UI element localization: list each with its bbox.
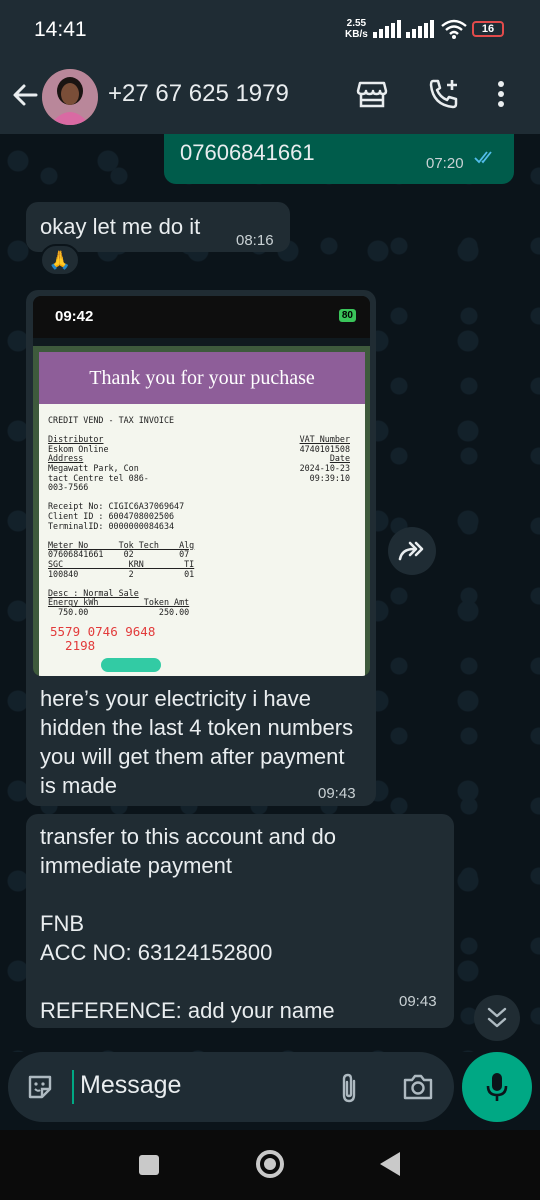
receipt-phone-statusbar: 09:42 80 — [33, 296, 370, 338]
text-cursor — [72, 1070, 74, 1104]
contact-name[interactable]: +27 67 625 1979 — [108, 80, 289, 108]
camera-icon[interactable] — [402, 1072, 434, 1102]
message-time: 07:20 — [426, 155, 464, 172]
system-nav-bar — [0, 1130, 540, 1200]
catalog-store-icon[interactable] — [356, 78, 388, 110]
message-incoming[interactable]: transfer to this account and do immediat… — [26, 814, 454, 1028]
signal-icon-2 — [406, 20, 434, 38]
message-reaction[interactable]: 🙏 — [40, 244, 80, 276]
double-chevron-down-icon — [487, 1007, 507, 1028]
battery-indicator: 16 — [472, 21, 504, 37]
token-redaction — [101, 658, 161, 672]
read-receipt-icon — [474, 151, 492, 164]
back-arrow-icon[interactable] — [10, 80, 40, 110]
chat-area[interactable]: 07606841661 07:20 okay let me do it 08:1… — [0, 134, 540, 1052]
network-speed: 2.55 KB/s — [345, 18, 368, 40]
more-options-icon[interactable] — [496, 79, 506, 109]
receipt-paper: Thank you for your puchase CREDIT VEND -… — [39, 352, 365, 676]
message-composer[interactable]: Message — [8, 1052, 454, 1122]
receipt-token: 5579 0746 9648 2198 — [50, 624, 156, 654]
message-time: 08:16 — [236, 232, 274, 249]
message-text: 07606841661 — [180, 140, 315, 165]
message-text: okay let me do it — [40, 214, 201, 239]
scroll-to-bottom-button[interactable] — [474, 995, 520, 1041]
message-time: 09:43 — [318, 785, 356, 802]
voice-record-button[interactable] — [462, 1052, 532, 1122]
message-outgoing[interactable]: 07606841661 07:20 — [164, 134, 514, 184]
attach-paperclip-icon[interactable] — [338, 1071, 360, 1105]
avatar-photo — [42, 69, 98, 125]
receipt-details: CREDIT VEND - TAX INVOICE Distributor VAT… — [48, 415, 350, 617]
receipt-header: Thank you for your puchase — [39, 352, 365, 404]
receipt-image[interactable]: 09:42 80 Thank you for your puchase CRED… — [33, 296, 370, 676]
system-back-button[interactable] — [380, 1152, 400, 1176]
chat-header: +27 67 625 1979 — [0, 60, 540, 134]
receipt-phone-time: 09:42 — [55, 308, 94, 325]
recents-button[interactable] — [139, 1155, 159, 1175]
forward-icon — [398, 541, 424, 561]
wifi-icon — [441, 19, 467, 39]
forward-button[interactable] — [388, 527, 436, 575]
status-time: 14:41 — [34, 18, 87, 41]
microphone-icon — [486, 1073, 508, 1101]
contact-avatar[interactable] — [42, 69, 98, 125]
message-input[interactable]: Message — [80, 1071, 181, 1100]
message-time: 09:43 — [399, 993, 437, 1010]
add-call-icon[interactable] — [427, 77, 461, 111]
message-text: transfer to this account and do immediat… — [40, 824, 336, 1023]
image-caption: here’s your electricity i have hidden th… — [40, 686, 354, 798]
home-button[interactable] — [256, 1150, 284, 1178]
sticker-emoji-icon[interactable] — [26, 1073, 54, 1101]
signal-icon — [373, 20, 401, 38]
status-bar: 14:41 2.55 KB/s 16 — [0, 0, 540, 60]
receipt-phone-battery: 80 — [338, 309, 356, 322]
